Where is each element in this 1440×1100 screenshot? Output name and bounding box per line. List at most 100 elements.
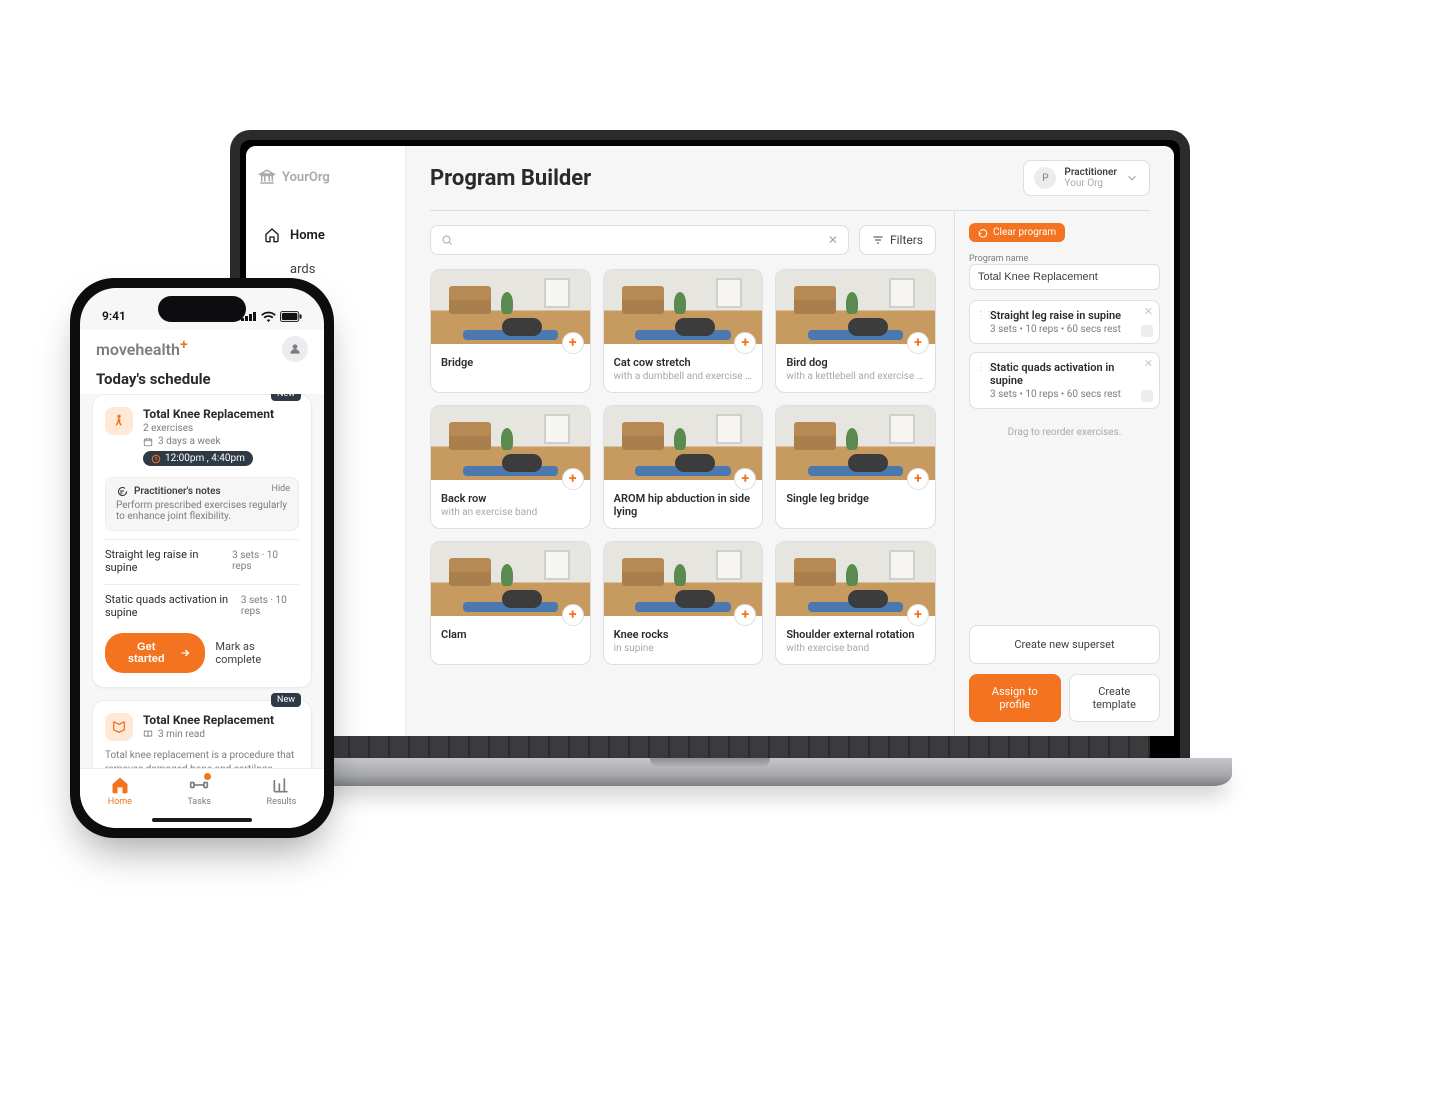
exercise-card[interactable]: + AROM hip abduction in side lying (603, 405, 764, 529)
note-title: Practitioner's notes (134, 486, 221, 497)
exercise-title: Back row (441, 492, 580, 505)
phone-device: 9:41 movehealth+ Today's schedule (70, 278, 334, 838)
exercise-card[interactable]: + Bridge (430, 269, 591, 393)
org-name: YourOrg (282, 170, 330, 185)
program-exercise-item[interactable]: ⋮⋮ ✕ Static quads activation in supine 3… (969, 352, 1160, 409)
exercise-thumbnail: + (776, 270, 935, 344)
laptop-bezel: YourOrg Home ards ms rd uilder P (230, 130, 1190, 758)
exercise-title: Cat cow stretch (614, 356, 753, 369)
article-card: New Total Knee Replacement 3 min read To… (92, 700, 312, 769)
undo-icon (978, 228, 988, 238)
add-exercise-button[interactable]: + (562, 604, 584, 626)
exercise-card[interactable]: + Cat cow stretch with a dumbbell and ex… (603, 269, 764, 393)
avatar: P (1034, 167, 1056, 189)
home-indicator (152, 818, 252, 822)
item-checkbox[interactable] (1141, 390, 1153, 402)
tab-results[interactable]: Results (267, 775, 297, 807)
program-item-detail: 3 sets • 10 reps • 60 secs rest (990, 389, 1135, 400)
frequency: 3 days a week (158, 436, 221, 447)
tab-home[interactable]: Home (108, 775, 132, 807)
assign-profile-button[interactable]: Assign to profile (969, 674, 1061, 722)
article-title: Total Knee Replacement (143, 713, 299, 727)
exercise-count: 2 exercises (143, 423, 193, 434)
nav-home[interactable]: Home (258, 218, 393, 252)
search-field[interactable]: ✕ (430, 225, 849, 255)
dynamic-island (158, 296, 246, 322)
exercise-card[interactable]: + Back row with an exercise band (430, 405, 591, 529)
laptop-device: YourOrg Home ards ms rd uilder P (230, 130, 1190, 786)
schedule-title: Today's schedule (80, 364, 324, 394)
time-value: 12:00pm , 4:40pm (165, 453, 245, 464)
search-icon (441, 234, 453, 246)
program-card: New Total Knee Replacement 2 exercises 3… (92, 394, 312, 688)
laptop-keyboard (270, 736, 1150, 758)
tab-tasks-label: Tasks (187, 797, 211, 807)
clear-search-icon[interactable]: ✕ (828, 233, 838, 247)
exercise-line[interactable]: Straight leg raise in supine 3 sets · 10… (105, 539, 299, 576)
exercise-subtitle: with exercise band (786, 643, 925, 654)
desktop-main: Program Builder P Practitioner Your Org (406, 146, 1174, 736)
remove-item-button[interactable]: ✕ (1144, 357, 1153, 370)
profile-button[interactable] (282, 336, 308, 362)
exercise-thumbnail: + (431, 406, 590, 480)
status-icons (241, 311, 302, 322)
mark-complete-button[interactable]: Mark as complete (215, 640, 299, 666)
add-exercise-button[interactable]: + (907, 332, 929, 354)
tab-results-label: Results (267, 797, 297, 807)
add-exercise-button[interactable]: + (562, 468, 584, 490)
exercise-line[interactable]: Static quads activation in supine 3 sets… (105, 584, 299, 621)
search-input[interactable] (459, 232, 822, 248)
exercise-card[interactable]: + Clam (430, 541, 591, 665)
program-exercise-list: ⋮⋮ ✕ Straight leg raise in supine 3 sets… (969, 300, 1160, 417)
hide-note-button[interactable]: Hide (272, 484, 290, 494)
add-exercise-button[interactable]: + (907, 468, 929, 490)
item-checkbox[interactable] (1141, 325, 1153, 337)
calendar-icon (143, 437, 153, 447)
org-selector[interactable]: YourOrg (258, 168, 393, 186)
new-badge: New (271, 394, 301, 401)
exercise-thumbnail: + (604, 270, 763, 344)
filters-icon (872, 234, 884, 246)
chevron-down-icon (1125, 171, 1139, 185)
program-exercise-item[interactable]: ⋮⋮ ✕ Straight leg raise in supine 3 sets… (969, 300, 1160, 344)
program-name-label: Program name (969, 254, 1160, 264)
account-name: Practitioner (1064, 167, 1117, 178)
create-template-button[interactable]: Create template (1069, 674, 1161, 722)
exercise-card[interactable]: + Shoulder external rotation with exerci… (775, 541, 936, 665)
drag-handle-icon[interactable]: ⋮⋮ (976, 363, 992, 373)
tab-bar: Home Tasks Results (80, 768, 324, 828)
status-time: 9:41 (102, 309, 126, 323)
note-body: Perform prescribed exercises regularly t… (116, 500, 288, 522)
mobile-scroll[interactable]: New Total Knee Replacement 2 exercises 3… (80, 394, 324, 768)
exercise-card[interactable]: + Bird dog with a kettlebell and exercis… (775, 269, 936, 393)
account-menu[interactable]: P Practitioner Your Org (1023, 160, 1150, 196)
book-icon (143, 729, 153, 739)
filters-button[interactable]: Filters (859, 225, 936, 255)
article-desc: Total knee replacement is a procedure th… (105, 749, 299, 769)
practitioner-note: Hide Practitioner's notes Perform prescr… (105, 477, 299, 531)
battery-icon (280, 311, 302, 322)
add-exercise-button[interactable]: + (562, 332, 584, 354)
brand-logo: movehealth+ (96, 340, 188, 359)
exercise-subtitle: with a kettlebell and exercise ban… (786, 371, 925, 382)
exercise-thumbnail: + (604, 406, 763, 480)
tab-home-label: Home (108, 797, 132, 807)
drag-handle-icon[interactable]: ⋮⋮ (976, 311, 992, 321)
exercise-card[interactable]: + Knee rocks in supine (603, 541, 764, 665)
remove-item-button[interactable]: ✕ (1144, 305, 1153, 318)
get-started-button[interactable]: Get started (105, 633, 205, 673)
add-exercise-button[interactable]: + (907, 604, 929, 626)
create-superset-button[interactable]: Create new superset (969, 625, 1160, 664)
exercise-title: Shoulder external rotation (786, 628, 925, 641)
desktop-app: YourOrg Home ards ms rd uilder P (246, 146, 1174, 736)
clock-icon (151, 454, 161, 464)
laptop-screen: YourOrg Home ards ms rd uilder P (246, 146, 1174, 736)
exercise-thumbnail: + (431, 270, 590, 344)
tab-tasks[interactable]: Tasks (187, 775, 211, 807)
clear-program-button[interactable]: Clear program (969, 223, 1065, 242)
bank-icon (258, 168, 276, 186)
desktop-header: Program Builder P Practitioner Your Org (406, 146, 1174, 210)
program-name-input[interactable] (969, 264, 1160, 290)
exercise-name: Straight leg raise in supine (105, 548, 232, 574)
exercise-card[interactable]: + Single leg bridge (775, 405, 936, 529)
